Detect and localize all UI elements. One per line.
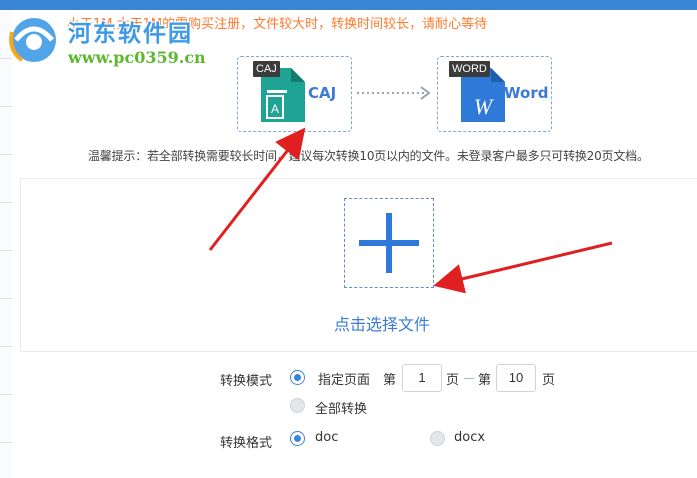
target-format-card: W WORD Word [437,56,552,132]
conversion-mode-label: 转换模式 [220,374,273,389]
source-format-label: CAJ [308,84,337,102]
word-badge: WORD [449,61,490,77]
caj-glyph: A [271,102,279,116]
caj-badge: CAJ [253,61,280,77]
range-separator [464,378,474,379]
site-watermark: 河东软件园 www.pc0359.cn [4,8,214,68]
select-file-link[interactable]: 点击选择文件 [334,311,430,335]
upload-button[interactable] [344,198,434,288]
radio-doc[interactable] [290,431,305,446]
page-to-prefix: 第 [478,373,492,388]
word-glyph: W [474,94,494,119]
radio-docx[interactable] [430,431,445,446]
tip-text: 温馨提示：若全部转换需要较长时间，建议每次转换10页以内的文件。未登录客户最多只… [88,149,649,163]
page-to-suffix: 页 [542,373,556,388]
page-from-suffix: 页 [446,373,460,388]
source-format-card: A CAJ CAJ [237,56,352,132]
page-to-input[interactable]: 10 [496,364,536,392]
watermark-url: www.pc0359.cn [68,48,206,67]
watermark-logo-icon [9,18,56,62]
conversion-format-label: 转换格式 [220,436,273,451]
convert-all-label: 全部转换 [315,402,368,417]
radio-specified-pages[interactable] [290,370,305,385]
page-from-prefix: 第 [383,373,397,388]
page-from-input[interactable]: 1 [402,364,442,392]
docx-option-label: docx [454,430,486,445]
watermark-title: 河东软件园 [68,21,193,47]
radio-convert-all[interactable] [290,398,305,413]
target-format-label: Word [504,84,549,102]
doc-option-label: doc [315,430,339,445]
specified-pages-label: 指定页面 [318,373,371,388]
dotted-arrow-right-icon [357,86,431,100]
